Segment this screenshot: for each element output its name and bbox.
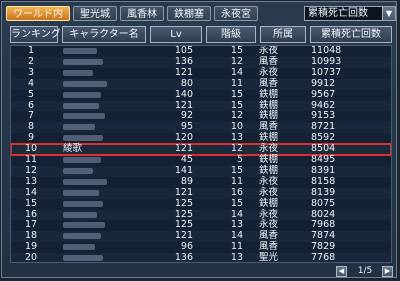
level-cell: 125 [174,197,193,209]
next-page-button[interactable]: ▶ [382,266,393,277]
redacted-name [63,113,105,120]
redacted-name [63,102,99,109]
table-row[interactable]: 20 136 13 聖光 7768 [11,252,391,263]
pager: ◀ 1/5 ▶ [336,266,394,278]
rank-cell: 20 [24,252,38,263]
affiliation-cell: 聖光 [259,252,279,263]
redacted-name [63,233,101,240]
grade-cell: 11 [230,77,243,89]
prev-page-button[interactable]: ◀ [336,266,347,277]
table-row[interactable]: 15 125 15 鉄棚 8075 [11,197,391,210]
redacted-name [63,222,105,229]
death-count-cell: 9567 [311,88,336,100]
tab-world[interactable]: ワールド内 [6,6,70,21]
death-count-cell: 8139 [311,186,336,198]
header-name[interactable]: キャラクター名 [62,26,146,43]
character-name-cell: 綾歌 [63,143,83,155]
grade-cell: 16 [230,186,243,198]
level-cell: 121 [174,186,193,198]
sort-dropdown-value: 累積死亡回数 [308,8,368,19]
level-cell: 80 [180,77,193,89]
rank-cell: 4 [27,77,35,89]
redacted-name [63,189,99,196]
rank-cell: 14 [24,186,38,198]
redacted-name [63,157,101,163]
table-row[interactable]: 14 121 16 永夜 8139 [11,186,391,199]
grade-cell: 13 [230,252,243,263]
redacted-name [63,91,101,98]
redacted-name [63,178,107,185]
chevron-down-icon[interactable]: ▼ [382,7,395,20]
grade-cell: 15 [230,197,243,209]
tab-seikou[interactable]: 聖光城 [73,6,117,21]
death-count-cell: 7768 [311,252,336,263]
sort-dropdown[interactable]: 累積死亡回数 ▼ [304,6,396,21]
redacted-name [63,69,93,76]
character-name-cell [63,253,153,262]
rank-cell: 5 [27,88,35,100]
grade-cell: 15 [230,88,243,100]
redacted-name [63,58,103,65]
level-cell: 140 [174,88,193,100]
redacted-name [63,48,97,54]
affiliation-cell: 風香 [259,77,279,89]
ranking-window: ワールド内 聖光城 風香林 鉄棚塞 永夜宮 累積死亡回数 ▼ ランキング キャラ… [1,1,397,278]
header-affiliation[interactable]: 所属 [260,26,306,43]
table-row[interactable]: 5 140 15 鉄棚 9567 [11,88,391,101]
page-indicator: 1/5 [357,266,373,276]
tab-tessou[interactable]: 鉄棚塞 [167,6,211,21]
header-grade[interactable]: 階級 [206,26,256,43]
redacted-name [63,80,107,87]
affiliation-cell: 鉄棚 [259,197,279,209]
redacted-name [63,255,103,262]
redacted-name [63,244,95,251]
redacted-name [63,211,97,218]
affiliation-cell: 永夜 [259,186,279,198]
redacted-name [63,124,95,131]
redacted-name [63,135,103,142]
death-count-cell: 9912 [311,77,336,89]
tab-fuukou[interactable]: 風香林 [120,6,164,21]
header-lv[interactable]: Lv [150,26,202,43]
table-header: ランキング キャラクター名 Lv 階級 所属 累積死亡回数 [10,26,392,43]
affiliation-cell: 鉄棚 [259,88,279,100]
tab-eiya[interactable]: 永夜宮 [214,6,258,21]
tab-bar: ワールド内 聖光城 風香林 鉄棚塞 永夜宮 [6,6,258,21]
ranking-table-body: 1 105 15 永夜 11048 2 136 12 風香 10993 3 121 14 永夜 10737 4… [10,45,392,263]
table-row[interactable]: 4 80 11 風香 9912 [11,77,391,90]
redacted-name [63,200,103,207]
redacted-name [63,167,93,174]
level-cell: 136 [174,252,193,263]
rank-cell: 15 [24,197,38,209]
header-rank[interactable]: ランキング [10,26,61,43]
header-death-count[interactable]: 累積死亡回数 [310,26,392,43]
death-count-cell: 8075 [311,197,336,209]
